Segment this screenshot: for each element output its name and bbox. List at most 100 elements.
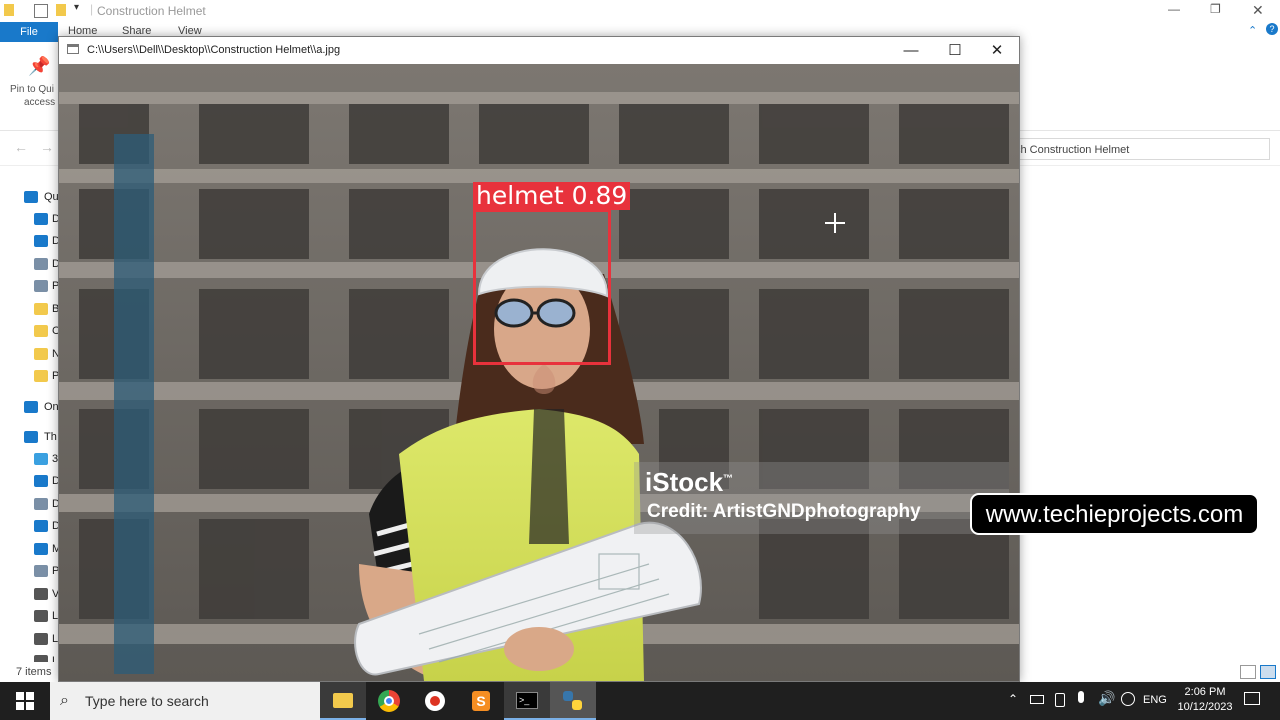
- clock[interactable]: 2:06 PM 10/12/2023: [1165, 685, 1245, 715]
- explorer-titlebar: ▾ | Construction Helmet — ❐ ✕: [0, 0, 1280, 22]
- minimize-button[interactable]: —: [889, 37, 933, 64]
- nav-item[interactable]: L: [0, 607, 58, 625]
- pin-label[interactable]: Pin to Qui: [10, 84, 54, 95]
- image-window-title: C:\\Users\\Dell\\Desktop\\Construction H…: [87, 44, 341, 56]
- explorer-minimize-button[interactable]: —: [1168, 2, 1180, 16]
- website-badge: www.techieprojects.com: [970, 493, 1259, 535]
- details-view-icon[interactable]: [1240, 665, 1256, 679]
- record-dot: [430, 696, 440, 706]
- istock-logo: iStock™: [645, 467, 733, 498]
- nav-item[interactable]: D: [0, 472, 60, 490]
- navigation-pane: Qu D D D P B C N P On Th 3 D D D M P V L L L: [0, 180, 61, 667]
- document-icon: [34, 498, 48, 510]
- folder-icon: [333, 693, 353, 708]
- device-icon[interactable]: [1055, 693, 1065, 707]
- star-icon: [24, 191, 38, 203]
- sublime-taskbar-button[interactable]: S: [458, 682, 504, 720]
- separator: |: [90, 2, 94, 16]
- nav-item[interactable]: D: [0, 210, 60, 228]
- volume-icon[interactable]: 🔊: [1098, 690, 1115, 707]
- nav-item[interactable]: P: [0, 562, 59, 580]
- desktop-icon: [34, 475, 48, 487]
- image-viewer-window[interactable]: C:\\Users\\Dell\\Desktop\\Construction H…: [58, 36, 1020, 682]
- taskbar-search-placeholder: Type here to search: [85, 693, 209, 709]
- file-explorer-taskbar-button[interactable]: [320, 682, 366, 720]
- nav-item[interactable]: L: [0, 630, 58, 648]
- pictures-icon: [34, 280, 48, 292]
- nav-item[interactable]: D: [0, 255, 60, 273]
- item-count: 7 items: [16, 666, 52, 678]
- terminal-icon: >_: [516, 692, 538, 709]
- nav-item[interactable]: P: [0, 367, 59, 385]
- pin-label-2: access: [24, 97, 56, 108]
- explorer-restore-button[interactable]: ❐: [1210, 2, 1221, 16]
- onedrive-icon: [24, 401, 38, 413]
- large-icons-view-icon[interactable]: [1260, 665, 1276, 679]
- nav-item[interactable]: Qu: [0, 188, 59, 206]
- nav-item[interactable]: 3: [0, 450, 58, 468]
- nav-item[interactable]: B: [0, 300, 59, 318]
- help-icon[interactable]: ?: [1266, 23, 1278, 35]
- nav-item-label: Th: [44, 431, 57, 443]
- explorer-close-button[interactable]: ✕: [1252, 2, 1264, 19]
- watermark-credit: Credit: ArtistGNDphotography: [647, 501, 921, 522]
- chrome-taskbar-button[interactable]: [366, 682, 412, 720]
- nav-item[interactable]: On: [0, 398, 59, 416]
- windows-logo-icon: [16, 692, 34, 710]
- clock-date: 10/12/2023: [1177, 701, 1233, 713]
- new-folder-icon[interactable]: [56, 4, 66, 16]
- search-icon: ⌕: [60, 692, 69, 709]
- nav-item[interactable]: P: [0, 277, 59, 295]
- pictures-icon: [34, 565, 48, 577]
- download-icon: [34, 520, 48, 532]
- nav-item[interactable]: N: [0, 345, 60, 363]
- clock-time: 2:06 PM: [1184, 686, 1226, 698]
- taskbar-search-box[interactable]: ⌕ Type here to search: [50, 682, 320, 720]
- download-icon: [34, 235, 48, 247]
- notification-center-icon[interactable]: [1244, 692, 1260, 705]
- ribbon-collapse-icon[interactable]: ⌃: [1248, 24, 1257, 37]
- terminal-taskbar-button[interactable]: >_: [504, 682, 550, 720]
- forward-arrow-icon[interactable]: →: [40, 139, 54, 155]
- nav-item[interactable]: D: [0, 517, 60, 535]
- image-window-titlebar[interactable]: C:\\Users\\Dell\\Desktop\\Construction H…: [59, 37, 1019, 64]
- videos-icon: [34, 588, 48, 600]
- detection-image[interactable]: helmet 0.89 iStock™ Credit: ArtistGNDpho…: [59, 64, 1019, 681]
- folder-icon: [34, 303, 48, 315]
- tab-file[interactable]: File: [0, 22, 58, 42]
- pin-icon[interactable]: 📌: [28, 56, 50, 77]
- maximize-button[interactable]: ☐: [933, 37, 977, 64]
- istock-brand-mark: ™: [723, 473, 734, 485]
- chrome-center: [384, 696, 394, 706]
- python-taskbar-button[interactable]: [550, 682, 596, 720]
- show-hidden-icons[interactable]: ⌃: [1008, 692, 1018, 706]
- start-button[interactable]: [0, 682, 50, 720]
- objects3d-icon: [34, 453, 48, 465]
- nav-item[interactable]: D: [0, 495, 60, 513]
- nav-item[interactable]: M: [0, 540, 61, 558]
- search-input[interactable]: ch Construction Helmet: [1010, 138, 1270, 160]
- folder-icon: [34, 348, 48, 360]
- nav-item[interactable]: D: [0, 232, 60, 250]
- construction-photo: [59, 64, 1019, 681]
- close-button[interactable]: ✕: [975, 37, 1019, 64]
- language-indicator[interactable]: ENG: [1143, 694, 1167, 706]
- back-arrow-icon[interactable]: ←: [14, 139, 28, 155]
- battery-icon[interactable]: [1030, 695, 1044, 704]
- microphone-icon[interactable]: [1078, 691, 1084, 703]
- nav-item[interactable]: Th: [0, 428, 58, 446]
- nav-item[interactable]: V: [0, 585, 59, 603]
- network-globe-icon[interactable]: [1121, 692, 1135, 706]
- folder-icon: [34, 325, 48, 337]
- nav-item[interactable]: C: [0, 322, 60, 340]
- istock-brand: iStock: [645, 467, 724, 497]
- properties-icon[interactable]: [34, 4, 48, 18]
- drive-icon: [34, 610, 48, 622]
- folder-icon: [34, 370, 48, 382]
- qat-dropdown-icon[interactable]: ▾: [74, 2, 79, 13]
- recorder-taskbar-button[interactable]: [412, 682, 458, 720]
- nav-item-label: On: [44, 401, 59, 413]
- thispc-icon: [24, 431, 38, 443]
- music-icon: [34, 543, 48, 555]
- detection-label: helmet 0.89: [473, 182, 631, 210]
